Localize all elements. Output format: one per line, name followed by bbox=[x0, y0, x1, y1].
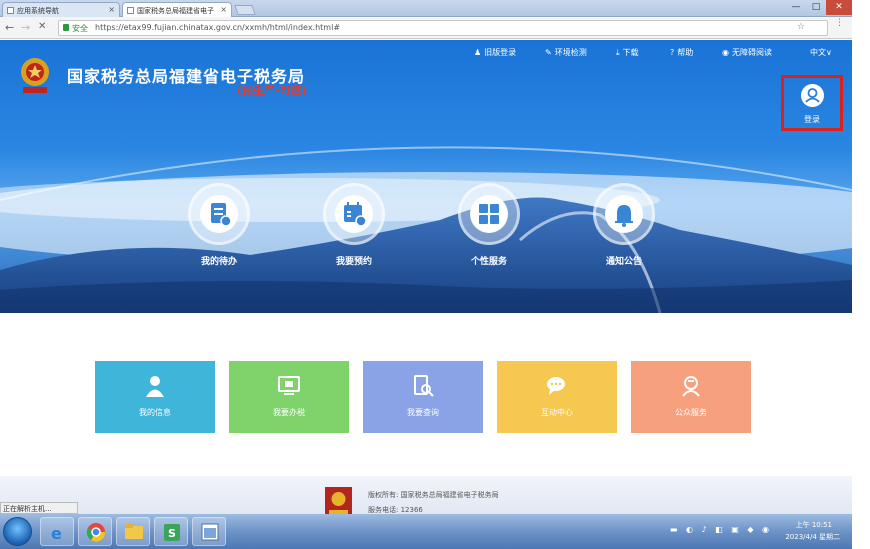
tile-label: 我要办税 bbox=[273, 408, 305, 417]
quick-entry-label[interactable]: 通知公告 bbox=[579, 254, 669, 267]
page-icon bbox=[7, 7, 14, 14]
tab-close-icon[interactable]: × bbox=[220, 5, 227, 14]
windows-taskbar: e S ▬ ◐ ♪ ◧ ▣ ◆ ◉ 上午 10:51 2023/4/4 星期二 bbox=[0, 514, 852, 549]
tile-interaction-center[interactable]: 互动中心 bbox=[497, 361, 617, 433]
search-document-icon bbox=[414, 375, 434, 397]
bell-icon bbox=[615, 205, 633, 227]
secure-label: 安全 bbox=[72, 24, 88, 33]
user-icon bbox=[146, 376, 164, 397]
browser-menu-icon[interactable]: ⋮ bbox=[835, 18, 844, 28]
todo-list-icon bbox=[211, 203, 232, 227]
person-icon: ♟ bbox=[474, 48, 482, 57]
new-tab-button[interactable] bbox=[234, 5, 256, 15]
start-button[interactable] bbox=[3, 517, 32, 546]
tab-etax[interactable]: 国家税务总局福建省电子 × bbox=[122, 2, 232, 17]
s-app-icon[interactable]: S bbox=[154, 517, 188, 546]
tab-bar: 应用系统导航 × 国家税务总局福建省电子 × — □ ✕ bbox=[0, 0, 852, 17]
service-icon bbox=[682, 376, 700, 397]
tile-my-info[interactable]: 我的信息 bbox=[95, 361, 215, 433]
ie-icon[interactable]: e bbox=[40, 517, 74, 546]
address-bar[interactable]: 安全 https://etax99.fujian.chinatax.gov.cn… bbox=[58, 20, 828, 36]
quick-entry-label[interactable]: 我要预约 bbox=[309, 254, 399, 267]
top-links: ♟ 旧版登录 ✎ 环境检测 ⤓ 下载 ? 帮助 ◉ 无障碍阅读 中文∨ bbox=[470, 47, 850, 61]
page-icon bbox=[127, 7, 134, 14]
tab-app-navigation[interactable]: 应用系统导航 × bbox=[2, 2, 120, 17]
quick-entry-label[interactable]: 我的待办 bbox=[174, 254, 264, 267]
address-toolbar: ← → ✕ 安全 https://etax99.fujian.chinatax.… bbox=[0, 17, 852, 39]
maximize-button[interactable]: □ bbox=[806, 0, 826, 15]
login-label: 登录 bbox=[804, 115, 820, 124]
tile-query[interactable]: 我要查询 bbox=[363, 361, 483, 433]
close-window-button[interactable]: ✕ bbox=[826, 0, 852, 15]
quick-entry-notices[interactable] bbox=[593, 183, 655, 245]
help-icon: ? bbox=[670, 48, 675, 57]
minimize-button[interactable]: — bbox=[786, 0, 806, 15]
language-selector[interactable]: 中文∨ bbox=[810, 47, 832, 58]
accessibility-link[interactable]: ◉ 无障碍阅读 bbox=[722, 47, 772, 58]
eye-icon: ◉ bbox=[722, 48, 729, 57]
browser-status-text: 正在解析主机... bbox=[0, 502, 78, 514]
tab-label: 国家税务总局福建省电子 bbox=[137, 7, 214, 15]
window-app-icon[interactable] bbox=[192, 517, 226, 546]
quick-entry-todo[interactable] bbox=[188, 183, 250, 245]
tab-close-icon[interactable]: × bbox=[108, 5, 115, 14]
env-check-link[interactable]: ✎ 环境检测 bbox=[545, 47, 587, 58]
forward-button[interactable]: → bbox=[21, 21, 30, 34]
tile-label: 互动中心 bbox=[541, 408, 573, 417]
hero-banner: 国家税务总局福建省电子税务局 (预生产-可信) ♟ 旧版登录 ✎ 环境检测 ⤓ 下载 … bbox=[0, 40, 852, 313]
monitor-icon bbox=[278, 376, 300, 395]
help-link[interactable]: ? 帮助 bbox=[670, 47, 693, 58]
svg-text:e: e bbox=[51, 524, 62, 543]
chat-icon bbox=[547, 377, 565, 395]
environment-subtitle: (预生产-可信) bbox=[237, 84, 307, 97]
tile-label: 我的信息 bbox=[139, 408, 171, 417]
bookmark-star-icon[interactable]: ☆ bbox=[797, 22, 805, 32]
tile-label: 我要查询 bbox=[407, 408, 439, 417]
chrome-icon[interactable] bbox=[78, 517, 112, 546]
svg-text:S: S bbox=[168, 527, 176, 540]
system-tray-icons[interactable]: ▬ ◐ ♪ ◧ ▣ ◆ ◉ bbox=[670, 525, 772, 534]
taskbar-time[interactable]: 上午 10:51 bbox=[796, 520, 832, 530]
download-link[interactable]: ⤓ 下载 bbox=[616, 47, 639, 58]
stop-reload-button[interactable]: ✕ bbox=[38, 21, 46, 32]
download-icon: ⤓ bbox=[616, 48, 620, 57]
tile-public-service[interactable]: 公众服务 bbox=[631, 361, 751, 433]
back-button[interactable]: ← bbox=[5, 21, 14, 34]
quick-entry-personal-service[interactable] bbox=[458, 183, 520, 245]
url-text[interactable]: https://etax99.fujian.chinatax.gov.cn/xx… bbox=[95, 23, 340, 32]
folder-icon[interactable] bbox=[116, 517, 150, 546]
tab-label: 应用系统导航 bbox=[17, 7, 59, 15]
tax-emblem-logo bbox=[21, 58, 49, 93]
tools-icon: ✎ bbox=[545, 48, 552, 57]
lock-icon bbox=[63, 24, 69, 31]
old-login-link[interactable]: ♟ 旧版登录 bbox=[474, 47, 516, 58]
user-avatar-icon bbox=[801, 84, 824, 107]
calendar-icon bbox=[344, 202, 367, 227]
browser-window: 应用系统导航 × 国家税务总局福建省电子 × — □ ✕ ← → ✕ 安全 ht… bbox=[0, 0, 852, 549]
quick-entry-label[interactable]: 个性服务 bbox=[444, 254, 534, 267]
quick-entry-appointment[interactable] bbox=[323, 183, 385, 245]
tile-label: 公众服务 bbox=[675, 408, 707, 417]
login-button[interactable]: 登录 bbox=[781, 75, 843, 131]
tile-file-tax[interactable]: 我要办税 bbox=[229, 361, 349, 433]
taskbar-date[interactable]: 2023/4/4 星期二 bbox=[785, 532, 840, 542]
grid-icon bbox=[479, 204, 499, 224]
footer-copyright: 版权所有: 国家税务总局福建省电子税务局 bbox=[368, 491, 499, 499]
footer-tax-logo bbox=[325, 487, 352, 517]
page-margin bbox=[852, 0, 870, 549]
window-controls: — □ ✕ bbox=[786, 0, 852, 15]
